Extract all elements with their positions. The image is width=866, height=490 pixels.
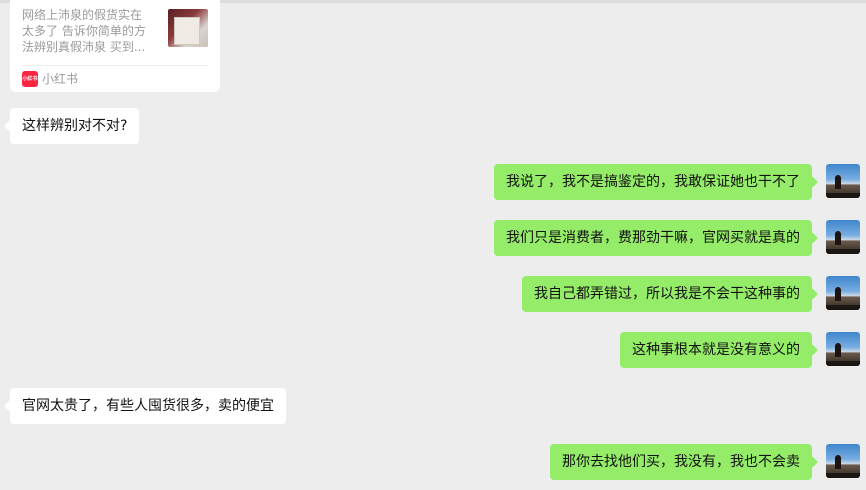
message-text: 官网太贵了，有些人囤货很多，卖的便宜 (22, 398, 274, 414)
user-avatar[interactable] (826, 164, 860, 198)
message-bubble-incoming[interactable]: 这样辨别对不对? (3, 108, 140, 144)
shared-card-thumbnail (168, 9, 208, 47)
message-bubble-outgoing[interactable]: 我说了，我不是搞鉴定的，我敢保证她也干不了 (494, 164, 818, 200)
message-text: 我说了，我不是搞鉴定的，我敢保证她也干不了 (506, 174, 800, 190)
user-avatar[interactable] (826, 220, 860, 254)
shared-link-card[interactable]: 网络上沛泉的假货实在太多了 告诉你简单的方法辨别真假沛泉 买到... 小红书 小… (10, 0, 220, 92)
message-bubble-outgoing[interactable]: 这种事根本就是没有意义的 (620, 332, 818, 368)
card-divider (22, 65, 208, 66)
message-text: 这种事根本就是没有意义的 (632, 342, 800, 358)
message-bubble-outgoing[interactable]: 那你去找他们买，我没有，我也不会卖 (550, 444, 818, 480)
message-text: 这样辨别对不对? (22, 118, 128, 134)
user-avatar[interactable] (826, 444, 860, 478)
message-bubble-incoming[interactable]: 官网太贵了，有些人囤货很多，卖的便宜 (4, 388, 286, 424)
shared-card-source: 小红书 (42, 72, 79, 86)
xiaohongshu-logo-icon: 小红书 (22, 71, 38, 87)
message-bubble-outgoing[interactable]: 我们只是消费者，费那劲干嘛，官网买就是真的 (494, 220, 818, 256)
message-text: 我们只是消费者，费那劲干嘛，官网买就是真的 (506, 230, 800, 246)
shared-card-text: 网络上沛泉的假货实在太多了 告诉你简单的方法辨别真假沛泉 买到... (22, 8, 146, 54)
user-avatar[interactable] (826, 332, 860, 366)
message-bubble-outgoing[interactable]: 我自己都弄错过，所以我是不会干这种事的 (522, 276, 818, 312)
message-text: 我自己都弄错过，所以我是不会干这种事的 (534, 286, 800, 302)
user-avatar[interactable] (826, 276, 860, 310)
message-text: 那你去找他们买，我没有，我也不会卖 (562, 454, 800, 470)
